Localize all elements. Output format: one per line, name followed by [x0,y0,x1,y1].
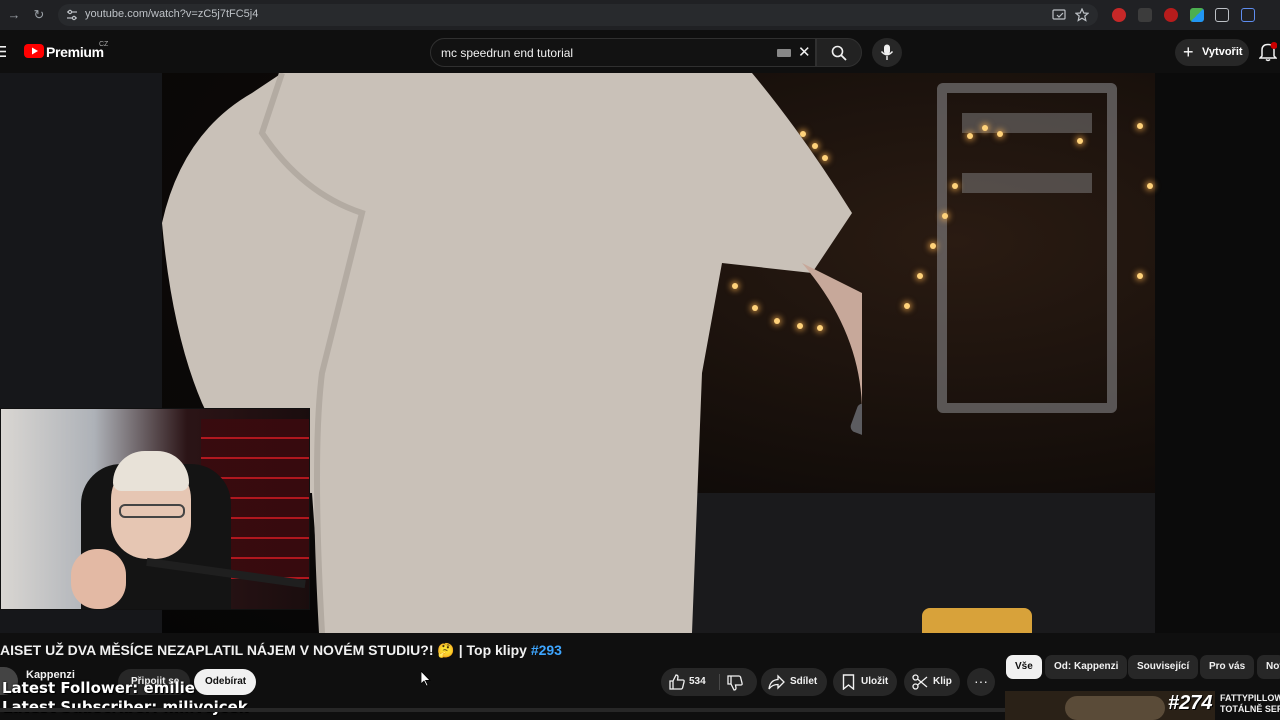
share-icon [768,674,785,690]
mouse-cursor-icon [421,671,431,687]
microphone-icon [880,44,894,60]
share-button[interactable]: Sdílet [761,668,827,696]
share-label: Sdílet [790,676,818,687]
recommendation-title[interactable]: FATTYPILLOW TOTÁLNĚ SEP [1220,693,1280,715]
clip-button[interactable]: Klip [904,668,960,696]
recommendation-episode-number: #274 [1168,692,1213,714]
plus-icon: + [1183,42,1194,62]
video-title: AISET UŽ DVA MĚSÍCE NEZAPLATIL NÁJEM V N… [0,642,562,659]
site-info-icon[interactable] [65,8,79,22]
like-count[interactable]: 534 [689,676,706,687]
glasses [119,504,185,518]
dislike-icon[interactable] [727,675,743,691]
video-frame[interactable] [162,73,1155,633]
clear-search-icon[interactable]: ✕ [798,45,811,61]
reload-icon[interactable]: ↻ [31,7,47,23]
video-player[interactable] [0,73,1280,633]
scissors-icon [912,674,928,690]
menu-icon[interactable] [0,46,6,57]
chip-all[interactable]: Vše [1006,655,1042,679]
latest-follower-overlay: Latest Follower: emilie [2,679,195,697]
save-button[interactable]: Uložit [833,668,897,696]
chip-for-you[interactable]: Pro vás [1200,655,1255,679]
youtube-header: Premium CZ mc speedrun end tutorial ✕ + … [0,30,1280,73]
search-box[interactable]: mc speedrun end tutorial ✕ [430,38,816,67]
extension-box-icon[interactable] [1215,8,1229,22]
keyboard-icon[interactable] [777,49,791,57]
address-bar[interactable]: youtube.com/watch?v=zC5j7tFC5j4 [58,4,1098,26]
search-input[interactable]: mc speedrun end tutorial [441,46,573,60]
search-icon [831,45,847,61]
streamer-webcam [0,408,310,610]
bookmark-star-icon[interactable] [1075,8,1089,22]
chip-related[interactable]: Související [1128,655,1199,679]
unsubscribe-button[interactable]: Odebírat [194,669,256,695]
latest-subscriber-overlay: Latest Subscriber: milivojcek [2,698,248,716]
browser-toolbar: → ↻ youtube.com/watch?v=zC5j7tFC5j4 [0,0,1280,30]
scrollbar-track[interactable] [0,708,1005,712]
extension-red-icon[interactable] [1112,8,1126,22]
hashtag-link[interactable]: #293 [531,642,562,658]
voice-search-button[interactable] [872,38,902,67]
player-margin-right [1155,73,1280,633]
save-label: Uložit [861,676,889,687]
cast-icon[interactable] [1052,8,1066,22]
bookmark-icon [842,674,855,690]
chip-new[interactable]: Nov [1257,655,1280,679]
create-label: Vytvořit [1202,46,1243,58]
like-dislike-group: 534 [661,668,757,696]
clip-label: Klip [933,676,952,687]
extension-dark-icon[interactable] [1138,8,1152,22]
notifications-bell-icon[interactable] [1259,42,1277,62]
extension-record-icon[interactable] [1164,8,1178,22]
more-actions-button[interactable]: ··· [967,668,995,696]
chip-from-channel[interactable]: Od: Kappenzi [1045,655,1128,679]
food [922,608,1032,633]
forward-icon[interactable]: → [6,7,22,23]
url-text[interactable]: youtube.com/watch?v=zC5j7tFC5j4 [85,8,258,20]
streamer-hand [71,549,126,609]
like-icon[interactable] [669,674,685,690]
video-title-text: AISET UŽ DVA MĚSÍCE NEZAPLATIL NÁJEM V N… [0,642,531,658]
search-button[interactable] [816,38,862,67]
create-button[interactable]: + Vytvořit [1175,39,1249,66]
country-code: CZ [99,41,109,48]
extensions-icon[interactable] [1241,8,1255,22]
youtube-logo-icon[interactable] [24,43,44,59]
logo-text[interactable]: Premium [46,44,104,60]
extension-grid-icon[interactable] [1190,8,1204,22]
